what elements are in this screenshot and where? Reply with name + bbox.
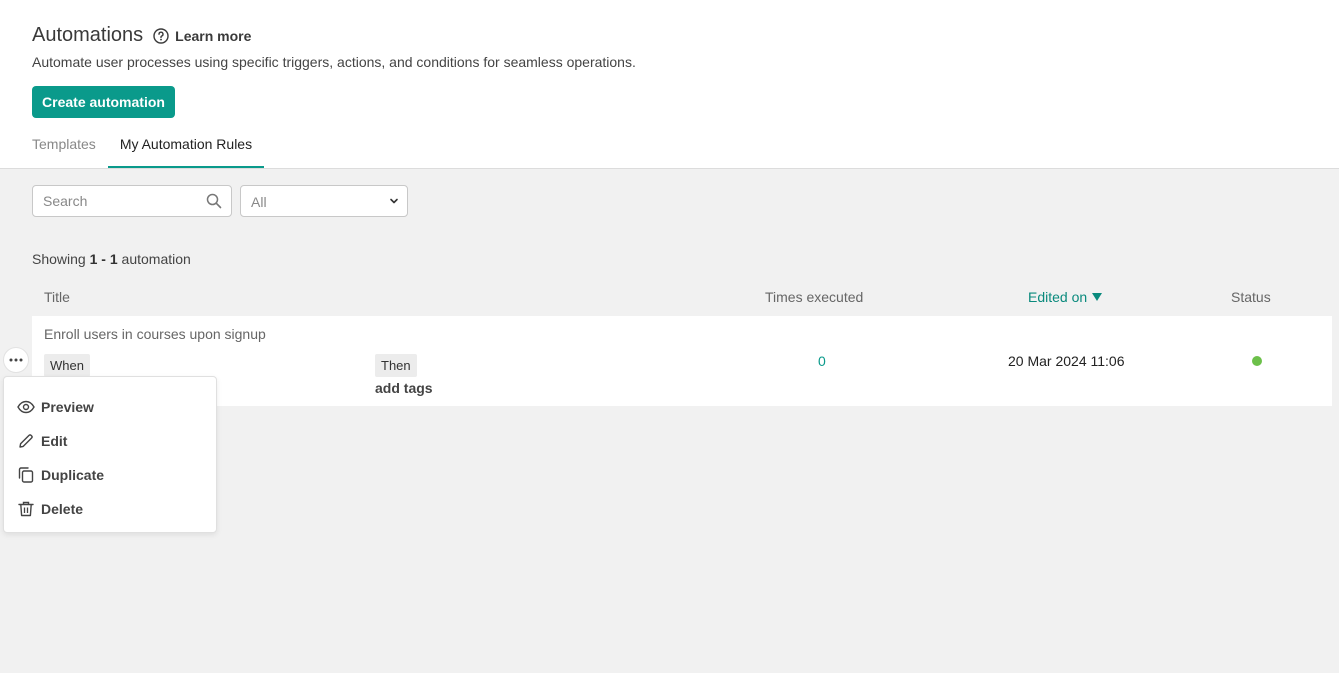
search-box	[32, 185, 232, 217]
menu-item-delete[interactable]: Delete	[4, 492, 216, 526]
learn-more-link[interactable]: Learn more	[153, 28, 251, 44]
more-options-button[interactable]	[3, 347, 29, 373]
automation-title[interactable]: Enroll users in courses upon signup	[44, 326, 266, 342]
results-range-end: 1	[109, 251, 118, 267]
duplicate-icon	[18, 467, 34, 483]
when-chip: When	[44, 354, 90, 377]
table-row[interactable]: Enroll users in courses upon signup When…	[32, 316, 1332, 406]
menu-item-edit[interactable]: Edit	[4, 424, 216, 458]
search-icon[interactable]	[206, 193, 222, 209]
ellipsis-icon	[9, 358, 23, 362]
eye-icon	[17, 400, 35, 414]
page-title: Automations	[32, 24, 144, 46]
filter-select-value: All	[251, 194, 267, 210]
results-prefix: Showing	[32, 251, 90, 267]
results-count: Showing 1 - 1 automation	[32, 251, 191, 267]
tab-templates[interactable]: Templates	[32, 128, 96, 168]
menu-item-duplicate[interactable]: Duplicate	[4, 458, 216, 492]
results-separator: -	[97, 251, 110, 267]
menu-item-label: Edit	[41, 433, 68, 449]
chevron-down-icon	[390, 198, 398, 204]
filter-select[interactable]: All	[240, 185, 408, 217]
results-suffix: automation	[117, 251, 191, 267]
menu-item-preview[interactable]: Preview	[4, 390, 216, 424]
header-section: Automations Learn more Automate user pro…	[0, 0, 1339, 169]
menu-item-label: Delete	[41, 501, 84, 517]
menu-item-label: Duplicate	[41, 467, 105, 483]
column-header-status: Status	[1231, 289, 1271, 305]
column-header-title: Title	[44, 289, 70, 305]
learn-more-label: Learn more	[175, 27, 252, 44]
context-menu: Preview Edit Duplicate Delete	[3, 376, 217, 533]
edited-on-value: 20 Mar 2024 11:06	[1008, 353, 1125, 369]
column-header-edited-on[interactable]: Edited on	[1028, 289, 1103, 305]
menu-item-label: Preview	[41, 399, 94, 415]
pencil-icon	[19, 434, 33, 448]
page-subtitle: Automate user processes using specific t…	[32, 54, 636, 70]
action-text: add tags	[375, 380, 433, 396]
status-indicator	[1252, 356, 1262, 366]
trash-icon	[18, 501, 34, 517]
search-input[interactable]	[33, 186, 203, 216]
sort-descending-icon	[1092, 293, 1103, 301]
then-chip: Then	[375, 354, 417, 377]
tabs: Templates My Automation Rules	[32, 128, 288, 168]
times-executed-value: 0	[818, 353, 826, 369]
edited-on-label: Edited on	[1028, 289, 1088, 305]
help-circle-icon	[153, 27, 169, 44]
title-row: Automations Learn more	[32, 24, 251, 47]
tab-my-automation-rules[interactable]: My Automation Rules	[107, 128, 265, 168]
create-automation-button[interactable]: Create automation	[32, 86, 175, 118]
column-header-times-executed: Times executed	[765, 289, 864, 305]
